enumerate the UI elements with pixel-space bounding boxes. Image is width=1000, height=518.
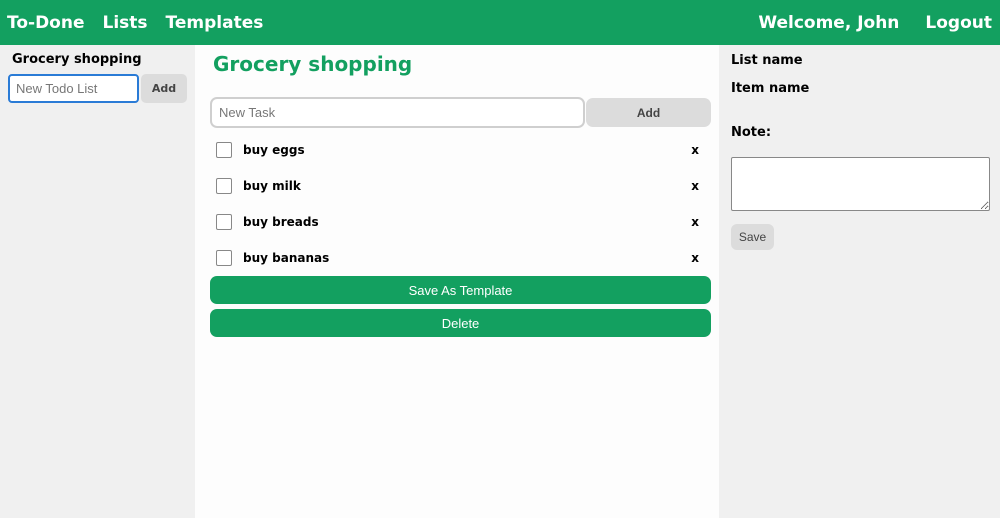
delete-list-button[interactable]: Delete bbox=[210, 309, 711, 337]
sidebar: Grocery shopping Add bbox=[0, 45, 195, 518]
new-task-input[interactable] bbox=[210, 97, 585, 128]
task-label[interactable]: buy breads bbox=[243, 215, 319, 229]
task-checkbox[interactable] bbox=[216, 250, 232, 266]
welcome-text: Welcome, John bbox=[758, 12, 900, 33]
task-delete-button[interactable]: x bbox=[691, 251, 699, 265]
top-navbar: To-Done Lists Templates Welcome, John Lo… bbox=[0, 0, 1000, 45]
task-label[interactable]: buy milk bbox=[243, 179, 301, 193]
task-checkbox[interactable] bbox=[216, 142, 232, 158]
task-item[interactable]: buy breads x bbox=[210, 204, 711, 240]
save-as-template-button[interactable]: Save As Template bbox=[210, 276, 711, 304]
save-note-button[interactable]: Save bbox=[731, 224, 774, 250]
nav-lists-link[interactable]: Lists bbox=[103, 13, 148, 33]
item-name-label: Item name bbox=[731, 81, 810, 96]
logout-link[interactable]: Logout bbox=[925, 13, 992, 33]
note-label: Note: bbox=[731, 125, 772, 140]
task-item[interactable]: buy bananas x bbox=[210, 240, 711, 276]
main-panel: Grocery shopping Add buy eggs x buy milk… bbox=[195, 45, 719, 518]
task-item[interactable]: buy eggs x bbox=[210, 132, 711, 168]
task-label[interactable]: buy bananas bbox=[243, 251, 329, 265]
task-delete-button[interactable]: x bbox=[691, 143, 699, 157]
task-list: buy eggs x buy milk x buy breads x buy b… bbox=[210, 132, 711, 276]
nav-left-group: To-Done Lists Templates bbox=[0, 0, 274, 45]
nav-right-group: Welcome, John Logout bbox=[740, 0, 1000, 45]
note-textarea[interactable] bbox=[731, 157, 990, 211]
nav-templates-link[interactable]: Templates bbox=[166, 13, 264, 33]
task-delete-button[interactable]: x bbox=[691, 179, 699, 193]
task-item[interactable]: buy milk x bbox=[210, 168, 711, 204]
add-list-button[interactable]: Add bbox=[141, 74, 187, 103]
list-name-label: List name bbox=[731, 53, 803, 68]
add-task-button[interactable]: Add bbox=[586, 98, 711, 127]
sidebar-item-grocery-shopping[interactable]: Grocery shopping bbox=[12, 52, 142, 67]
detail-panel: List name Item name Note: Save bbox=[719, 45, 1000, 518]
brand-link[interactable]: To-Done bbox=[7, 13, 85, 33]
task-checkbox[interactable] bbox=[216, 214, 232, 230]
page-title: Grocery shopping bbox=[213, 52, 413, 76]
new-todo-list-input[interactable] bbox=[8, 74, 139, 103]
task-checkbox[interactable] bbox=[216, 178, 232, 194]
task-label[interactable]: buy eggs bbox=[243, 143, 305, 157]
task-delete-button[interactable]: x bbox=[691, 215, 699, 229]
